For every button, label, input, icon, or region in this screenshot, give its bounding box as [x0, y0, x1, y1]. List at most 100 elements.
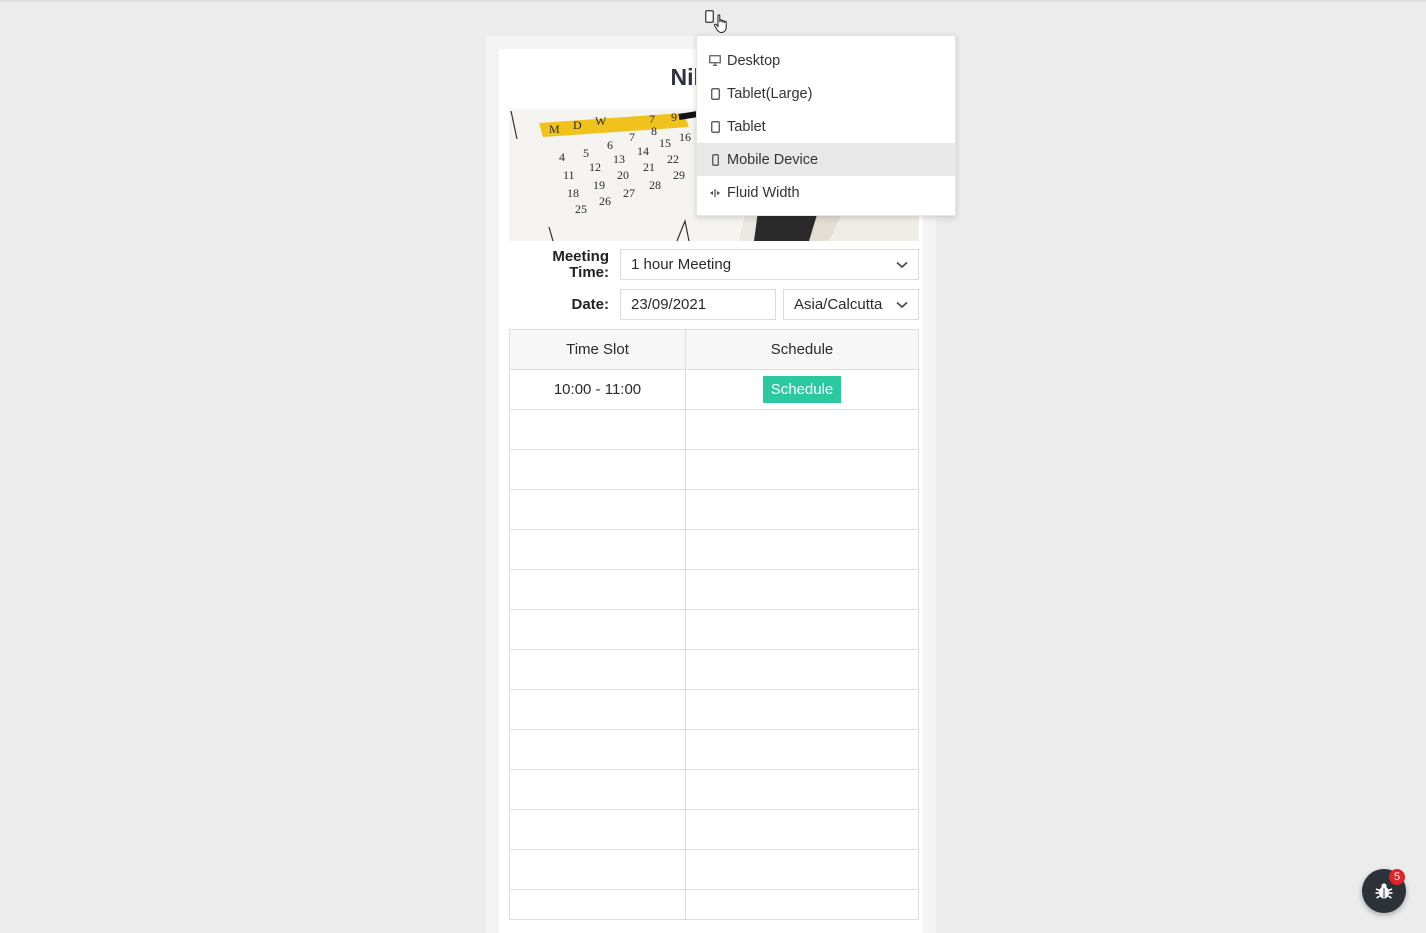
tablet-icon [709, 87, 721, 100]
timezone-select[interactable]: Asia/Calcutta [783, 289, 919, 320]
empty-cell [685, 729, 919, 770]
svg-text:27: 27 [623, 186, 635, 200]
empty-cell [685, 689, 919, 730]
mobile-icon [709, 153, 721, 166]
empty-cell [509, 409, 686, 450]
table-row [509, 489, 919, 530]
svg-text:W: W [595, 114, 607, 128]
empty-cell [685, 409, 919, 450]
meeting-time-select[interactable]: 1 hour Meeting [620, 249, 919, 280]
svg-text:D: D [573, 118, 582, 132]
time-slot-table: Time Slot Schedule 10:00 - 11:00 Schedul… [509, 329, 919, 920]
empty-cell [509, 529, 686, 570]
empty-cell [509, 449, 686, 490]
empty-cell [509, 609, 686, 650]
chevron-down-icon [896, 301, 908, 308]
empty-cell [509, 729, 686, 770]
top-border [0, 0, 1426, 2]
menu-item-desktop[interactable]: Desktop [697, 44, 955, 77]
table-row [509, 849, 919, 890]
date-label: Date: [571, 296, 609, 313]
svg-text:5: 5 [583, 146, 589, 160]
empty-cell [685, 649, 919, 690]
svg-text:18: 18 [567, 186, 579, 200]
svg-text:4: 4 [559, 150, 565, 164]
menu-item-label: Tablet(Large) [727, 85, 813, 102]
empty-cell [509, 809, 686, 850]
fluid-width-icon [709, 187, 721, 199]
table-row [509, 609, 919, 650]
menu-item-fluid-width[interactable]: Fluid Width [697, 176, 955, 209]
svg-text:11: 11 [563, 168, 575, 182]
notification-badge: 5 [1389, 869, 1405, 885]
empty-cell [685, 529, 919, 570]
schedule-header: Schedule [685, 329, 919, 370]
svg-text:20: 20 [617, 168, 629, 182]
schedule-button[interactable]: Schedule [762, 376, 842, 403]
bug-icon [1375, 883, 1393, 899]
svg-text:13: 13 [613, 152, 625, 166]
empty-cell [509, 649, 686, 690]
schedule-cell: Schedule [685, 369, 919, 410]
svg-text:16: 16 [679, 130, 691, 144]
date-value: 23/09/2021 [631, 296, 707, 313]
meeting-time-label: Meeting Time: [552, 248, 609, 281]
device-preview-menu: Desktop Tablet(Large) Tablet Mobile Devi… [696, 35, 956, 216]
table-row [509, 649, 919, 690]
table-row [509, 409, 919, 450]
table-row [509, 769, 919, 810]
time-slot-header: Time Slot [509, 329, 686, 370]
menu-item-label: Desktop [727, 52, 781, 69]
empty-cell [685, 569, 919, 610]
time-slot-cell: 10:00 - 11:00 [509, 369, 686, 410]
table-row [509, 729, 919, 770]
svg-text:6: 6 [607, 138, 613, 152]
svg-text:21: 21 [643, 160, 655, 174]
table-row: 10:00 - 11:00 Schedule [509, 369, 919, 410]
table-row [509, 569, 919, 610]
empty-cell [685, 889, 919, 920]
menu-item-label: Tablet [727, 118, 766, 135]
svg-text:14: 14 [637, 144, 649, 158]
svg-text:26: 26 [599, 194, 611, 208]
empty-cell [509, 689, 686, 730]
empty-cell [685, 609, 919, 650]
menu-item-label: Fluid Width [727, 184, 800, 201]
table-row [509, 529, 919, 570]
svg-text:19: 19 [593, 178, 605, 192]
svg-text:15: 15 [659, 136, 671, 150]
desktop-icon [709, 55, 721, 67]
svg-text:28: 28 [649, 178, 661, 192]
menu-item-tablet[interactable]: Tablet [697, 110, 955, 143]
date-input[interactable]: 23/09/2021 [620, 289, 776, 320]
svg-text:25: 25 [575, 202, 587, 216]
timezone-value: Asia/Calcutta [794, 296, 883, 313]
empty-cell [509, 489, 686, 530]
table-row [509, 889, 919, 920]
table-row [509, 449, 919, 490]
empty-cell [509, 889, 686, 920]
table-row [509, 689, 919, 730]
chevron-down-icon [896, 261, 908, 268]
empty-cell [685, 849, 919, 890]
menu-item-mobile-device[interactable]: Mobile Device [697, 143, 955, 176]
svg-text:7: 7 [629, 130, 635, 144]
svg-text:M: M [549, 122, 560, 136]
svg-text:12: 12 [589, 160, 601, 174]
tablet-icon [709, 120, 721, 133]
table-row [509, 809, 919, 850]
empty-cell [685, 449, 919, 490]
meeting-time-value: 1 hour Meeting [631, 256, 732, 273]
table-header-row: Time Slot Schedule [509, 329, 919, 370]
empty-cell [685, 489, 919, 530]
svg-text:22: 22 [667, 152, 679, 166]
empty-cell [685, 809, 919, 850]
empty-cell [509, 569, 686, 610]
empty-cell [509, 769, 686, 810]
menu-item-label: Mobile Device [727, 151, 819, 168]
svg-text:29: 29 [673, 168, 685, 182]
empty-cell [509, 849, 686, 890]
empty-cell [685, 769, 919, 810]
hand-cursor-icon [713, 14, 727, 34]
menu-item-tablet-large[interactable]: Tablet(Large) [697, 77, 955, 110]
